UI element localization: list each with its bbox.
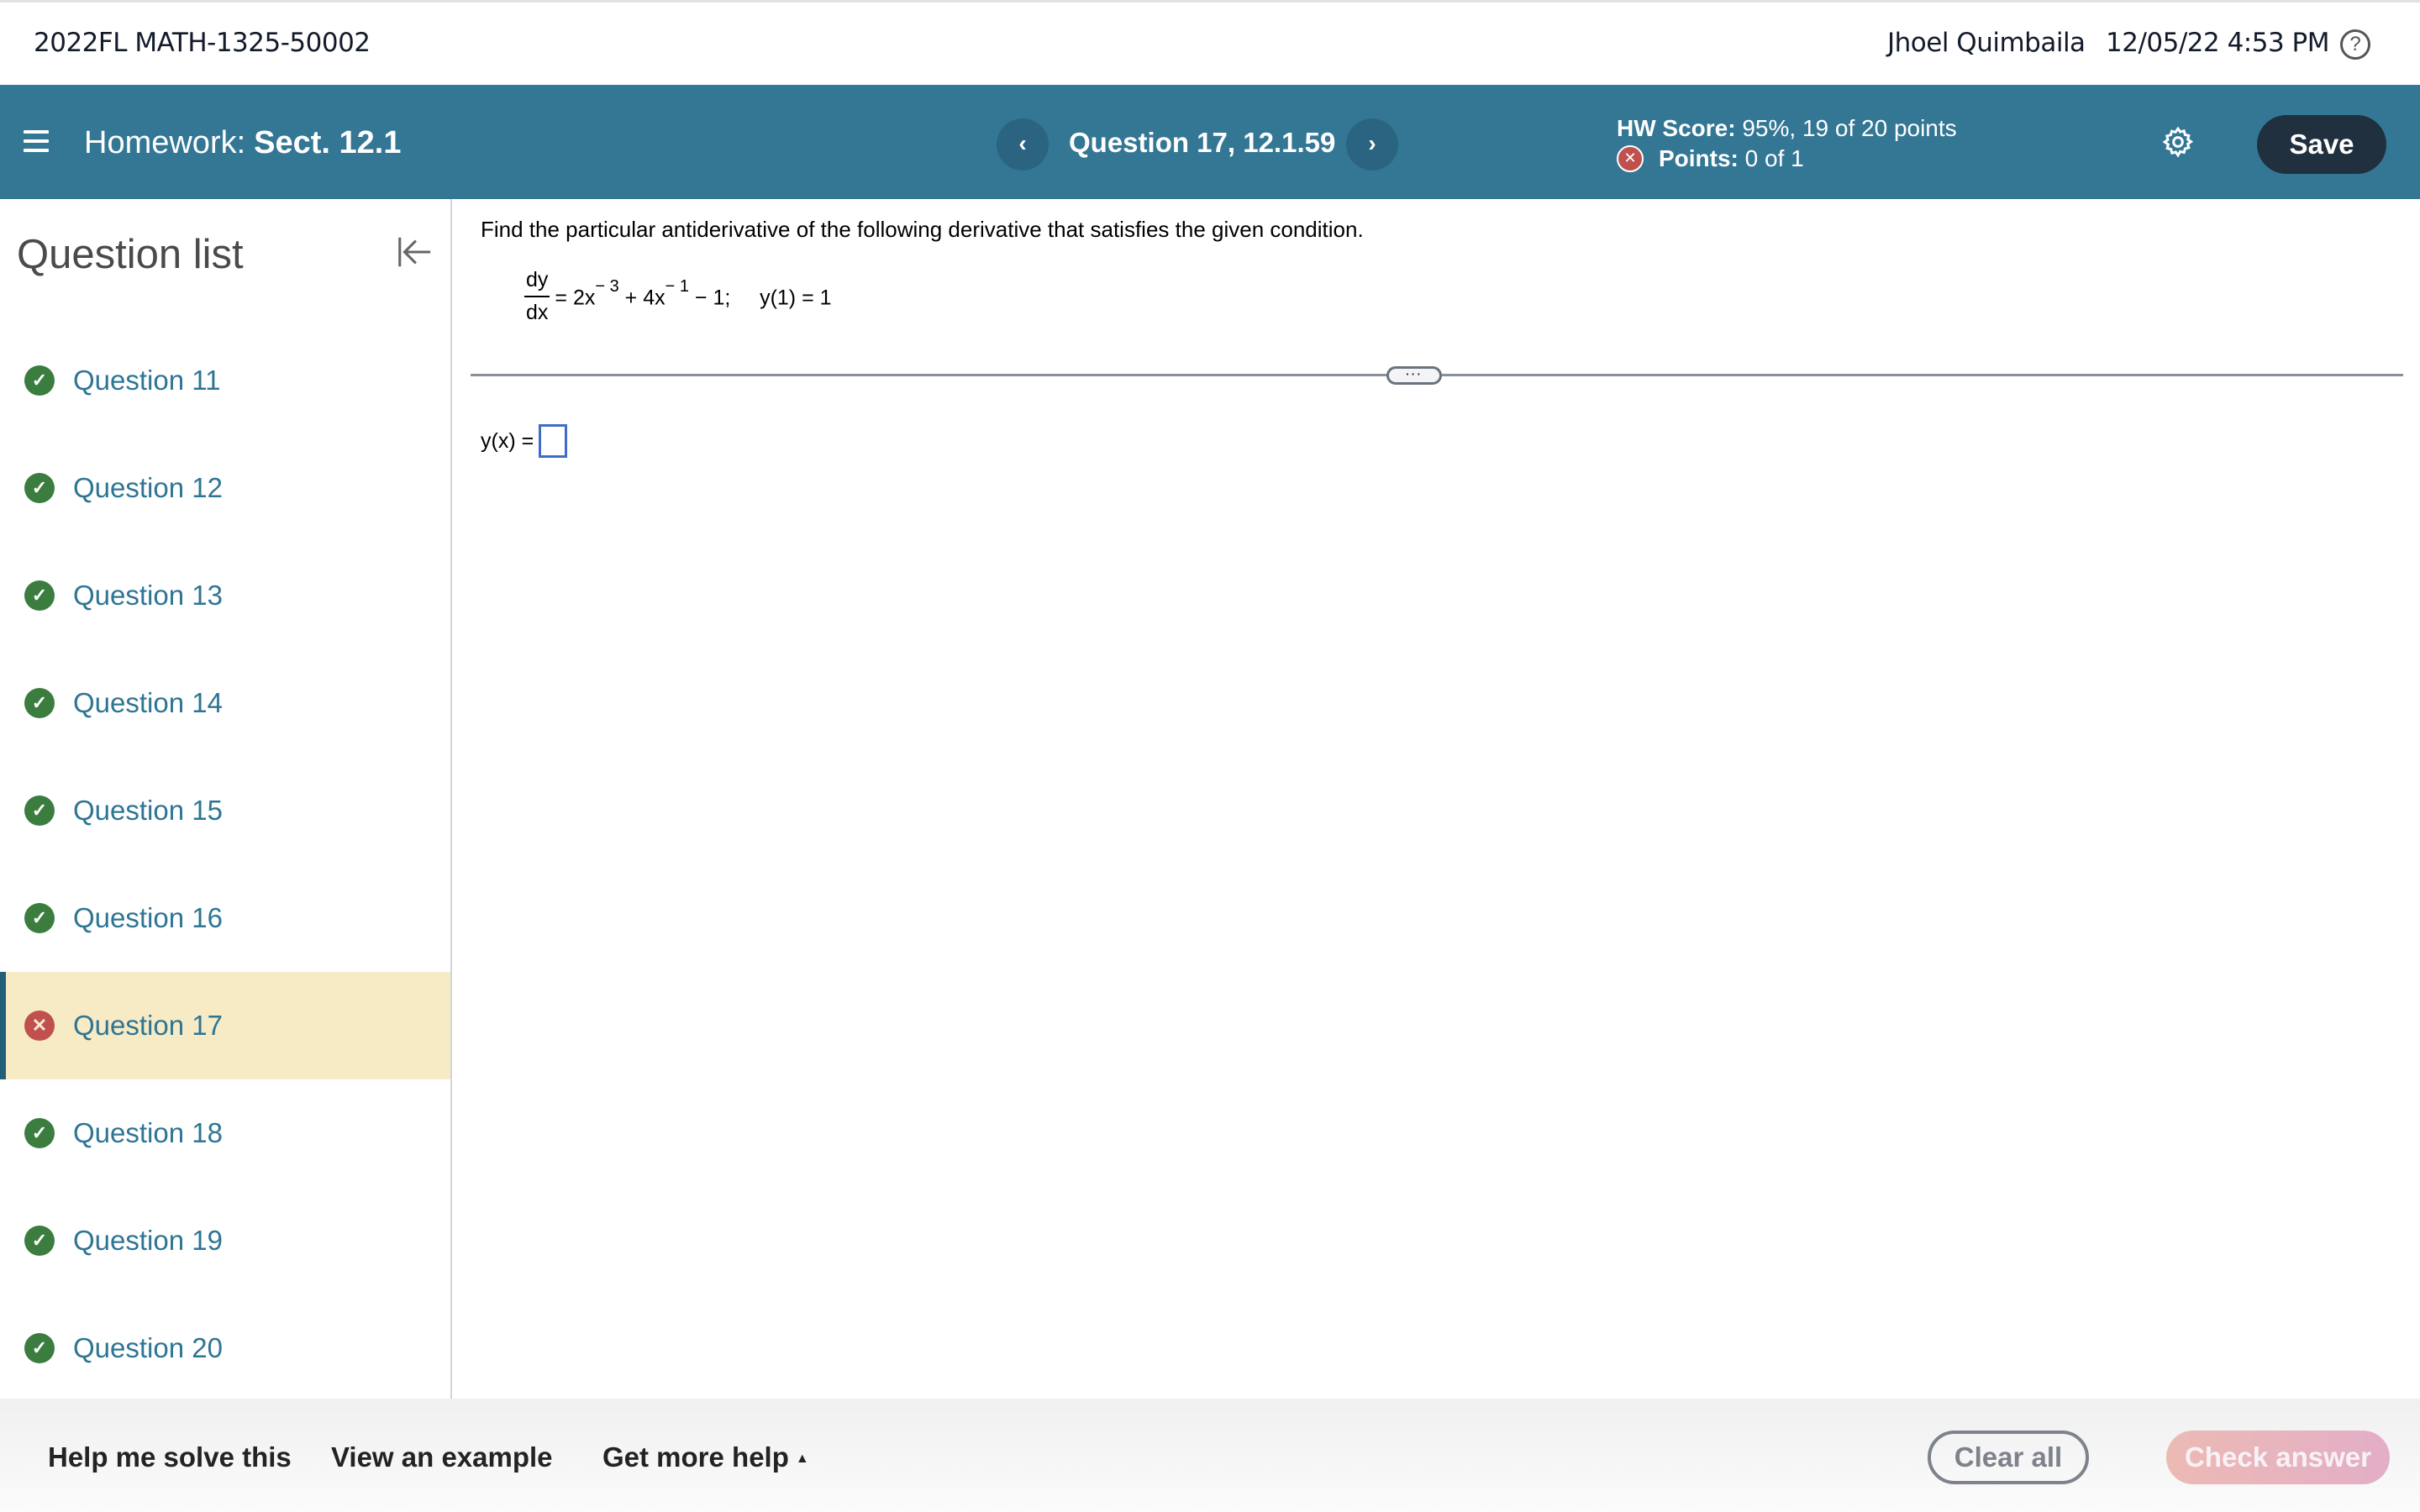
sidebar-item-question[interactable]: ✓ Question 20 <box>0 1294 450 1402</box>
equation-term-3: − 1; <box>688 286 731 310</box>
check-circle-icon: ✓ <box>24 473 55 503</box>
previous-question-button[interactable]: ‹ <box>997 118 1049 171</box>
sidebar-item-question[interactable]: ✓ Question 14 <box>0 649 450 757</box>
fraction-numerator: dy <box>524 268 550 297</box>
points-label: Points: <box>1659 145 1739 171</box>
fraction-denominator: dx <box>526 301 549 324</box>
sidebar-item-question[interactable]: ✓ Question 12 <box>0 434 450 542</box>
settings-gear-icon[interactable] <box>2161 125 2195 159</box>
sidebar-item-label: Question 20 <box>73 1332 223 1363</box>
answer-label: y(x) = <box>481 428 534 453</box>
question-instructions: Find the particular antiderivative of th… <box>481 217 1364 242</box>
sidebar-item-question[interactable]: ✓ Question 16 <box>0 864 450 972</box>
check-circle-icon: ✓ <box>24 795 55 826</box>
x-circle-icon: ✕ <box>24 1011 55 1041</box>
hw-score-value: 95%, 19 of 20 points <box>1742 115 1957 141</box>
sidebar-item-label: Question 11 <box>73 365 221 396</box>
check-circle-icon: ✓ <box>24 1333 55 1363</box>
view-example-button[interactable]: View an example <box>331 1441 553 1473</box>
homework-title: Homework: Sect. 12.1 <box>84 125 402 161</box>
sidebar-item-question[interactable]: ✓ Question 19 <box>0 1187 450 1294</box>
check-circle-icon: ✓ <box>24 365 55 396</box>
exponent-2: − 1 <box>665 277 689 297</box>
help-icon[interactable]: ? <box>2340 29 2370 60</box>
sidebar-item-label: Question 19 <box>73 1225 223 1256</box>
equation-term-2: + 4x <box>618 286 666 310</box>
sidebar-item-label: Question 15 <box>73 795 223 826</box>
answer-input[interactable] <box>539 424 568 458</box>
sidebar-item-question[interactable]: ✓ Question 18 <box>0 1079 450 1187</box>
check-answer-button[interactable]: Check answer <box>2166 1431 2390 1484</box>
initial-condition: y(1) = 1 <box>760 286 832 310</box>
derivative-equation: dy dx = 2x− 3 + 4x− 1 − 1; y(1) = 1 <box>524 268 832 325</box>
check-circle-icon: ✓ <box>24 903 55 933</box>
hw-score: HW Score: 95%, 19 of 20 points <box>1617 115 1957 142</box>
sidebar-item-label: Question 16 <box>73 902 223 933</box>
points-value: 0 of 1 <box>1744 145 1804 171</box>
sidebar-item-question[interactable]: ✓ Question 11 <box>0 327 450 434</box>
sidebar-item-label: Question 18 <box>73 1117 223 1148</box>
question-list-sidebar: Question list ✓ Question 11 ✓ Question 12 ✓ Q… <box>0 199 452 1399</box>
question-title: Question 17, 12.1.59 <box>1069 127 1336 158</box>
save-button[interactable]: Save <box>2257 115 2386 174</box>
incorrect-icon: ✕ <box>1617 145 1644 172</box>
sidebar-item-label: Question 14 <box>73 687 223 718</box>
get-more-help-label: Get more help <box>602 1441 789 1473</box>
caret-up-icon: ▲ <box>795 1452 809 1467</box>
user-name: Jhoel Quimbaila <box>1887 28 2086 58</box>
collapse-sidebar-icon[interactable] <box>395 233 434 271</box>
top-bar: 2022FL MATH-1325-50002 Jhoel Quimbaila 1… <box>0 0 2420 85</box>
course-title: 2022FL MATH-1325-50002 <box>34 28 371 58</box>
divider-handle[interactable]: ··· <box>1386 366 1442 385</box>
check-circle-icon: ✓ <box>24 688 55 718</box>
sidebar-item-question[interactable]: ✓ Question 13 <box>0 542 450 649</box>
section-name: Sect. 12.1 <box>254 125 402 160</box>
equation-body: = 2x− 3 + 4x− 1 − 1; y(1) = 1 <box>555 277 832 310</box>
homework-label: Homework: <box>84 125 246 160</box>
check-circle-icon: ✓ <box>24 1226 55 1256</box>
hw-score-label: HW Score: <box>1617 115 1736 141</box>
sidebar-item-label: Question 17 <box>73 1010 223 1041</box>
dy-dx-fraction: dy dx <box>524 268 550 325</box>
equation-term-1: = 2x <box>555 286 596 310</box>
help-me-solve-button[interactable]: Help me solve this <box>48 1441 292 1473</box>
sidebar-item-question[interactable]: ✓ Question 15 <box>0 757 450 864</box>
clear-all-button[interactable]: Clear all <box>1928 1431 2089 1484</box>
sidebar-item-label: Question 12 <box>73 472 223 503</box>
sidebar-item-label: Question 13 <box>73 580 223 611</box>
sidebar-title: Question list <box>17 232 244 277</box>
homework-navbar: Homework: Sect. 12.1 ‹ Question 17, 12.1.… <box>0 85 2420 199</box>
menu-icon[interactable] <box>24 130 49 152</box>
check-circle-icon: ✓ <box>24 580 55 611</box>
question-panel: Find the particular antiderivative of th… <box>454 199 2420 1399</box>
footer-toolbar: Help me solve this View an example Get m… <box>0 1399 2420 1512</box>
check-circle-icon: ✓ <box>24 1118 55 1148</box>
points: ✕ Points: 0 of 1 <box>1617 145 1804 172</box>
answer-row: y(x) = <box>481 424 568 458</box>
sidebar-item-question[interactable]: ✕ Question 17 <box>0 972 450 1079</box>
get-more-help-button[interactable]: Get more help ▲ <box>602 1441 809 1473</box>
exponent-1: − 3 <box>595 277 619 297</box>
datetime: 12/05/22 4:53 PM <box>2106 28 2330 58</box>
next-question-button[interactable]: › <box>1346 118 1398 171</box>
